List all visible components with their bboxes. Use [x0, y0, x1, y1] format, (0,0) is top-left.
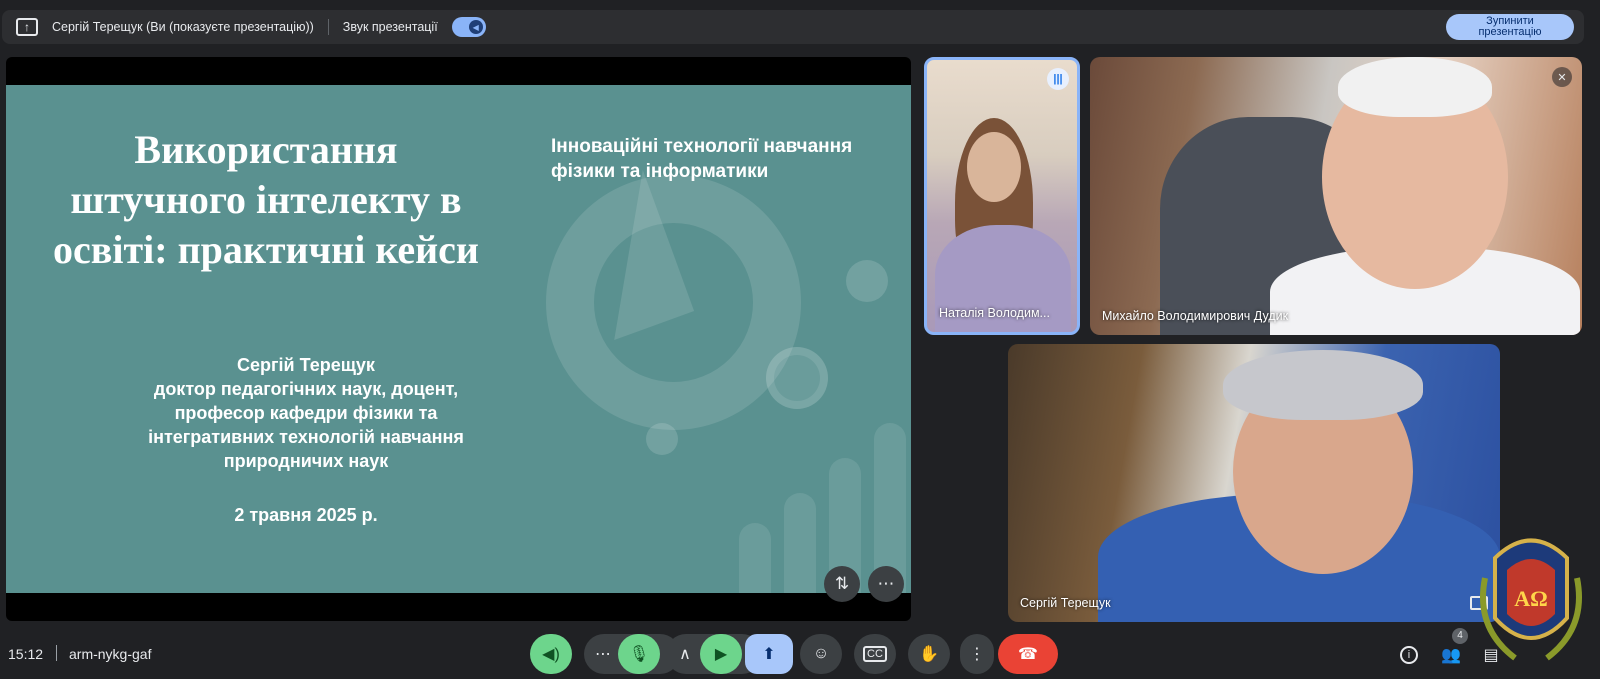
slide-title: Використання штучного інтелекту в освіті…	[53, 127, 479, 272]
share-button[interactable]: ⋯	[868, 566, 904, 602]
crest-letters: AΩ	[1514, 586, 1548, 611]
leave-call-button[interactable]: ☎	[998, 634, 1058, 674]
divider	[327, 19, 329, 35]
meet-window: ↑ Сергій Терещук (Ви (показуєте презента…	[0, 0, 1600, 679]
slide-decoration-bar	[784, 493, 816, 593]
presenting-bar: ↑ Сергій Терещук (Ви (показуєте презента…	[2, 10, 1584, 44]
stop-presenting-button[interactable]: Зупинити презентацію	[1446, 14, 1574, 40]
meeting-details-button[interactable]: i	[1394, 640, 1424, 670]
presentation-area: Використання штучного інтелекту в освіті…	[6, 57, 911, 621]
video-settings-button[interactable]: ∧	[670, 634, 700, 674]
participant-name: Михайло Володимирович Дудик	[1102, 309, 1289, 323]
presentation-audio-toggle[interactable]: ◀	[451, 17, 486, 37]
slide-author-line: доктор педагогічних наук, доцент,	[153, 379, 459, 399]
more-options-button[interactable]: ⋮	[960, 634, 994, 674]
slide-decoration-dot	[646, 423, 678, 455]
emoji-icon: ☺	[812, 645, 830, 662]
divider	[56, 645, 57, 661]
mic-off-icon: ✕	[1552, 67, 1572, 87]
present-screen-button[interactable]: ⬆	[745, 634, 793, 674]
slide-decoration-bar	[739, 523, 771, 593]
hand-icon: ✋	[919, 646, 939, 663]
slide-decoration-dot	[766, 347, 828, 409]
chat-button[interactable]: ▤	[1476, 640, 1506, 670]
slide-author-line: природничих наук	[223, 451, 389, 471]
meeting-code: arm-nykg-gaf	[69, 646, 152, 662]
video-hair	[1223, 350, 1423, 420]
chevron-up-icon: ∧	[679, 646, 691, 663]
slide-date: 2 травня 2025 р.	[234, 505, 378, 525]
present-screen-icon: ↑	[16, 18, 38, 36]
presentation-slide: Використання штучного інтелекту в освіті…	[6, 85, 911, 593]
people-button[interactable]: 👥	[1436, 640, 1466, 670]
participant-name: Наталія Володим...	[939, 306, 1050, 320]
end-call-icon: ☎	[1018, 646, 1038, 663]
slide-decoration-dot	[846, 260, 888, 302]
participant-count-badge: 4	[1452, 628, 1468, 644]
presenter-status: Сергій Терещук (Ви (показуєте презентаці…	[52, 20, 314, 34]
reactions-button[interactable]: ☺	[800, 634, 842, 674]
slide-author-block: Сергій Терещук доктор педагогічних наук,…	[86, 353, 526, 473]
volume-icon: ◀)	[542, 646, 560, 663]
slide-author-line: інтегративних технологій навчання	[148, 427, 464, 447]
presentation-audio-label: Звук презентації	[342, 20, 438, 34]
info-icon: i	[1400, 646, 1418, 664]
microphone-button[interactable]: 🎙	[618, 634, 660, 674]
captions-button[interactable]: CC	[854, 634, 896, 674]
audio-settings-button[interactable]: ⋯	[588, 634, 618, 674]
participant-tile[interactable]: ✕ Михайло Володимирович Дудик	[1090, 57, 1582, 335]
participant-name: Сергій Терещук	[1020, 596, 1111, 610]
more-dots-icon: ⋯	[595, 646, 611, 663]
participant-tile[interactable]: ||| Наталія Володим...	[924, 57, 1080, 335]
microphone-icon: 🎙	[628, 646, 650, 663]
self-view-tile[interactable]: Сергій Терещук	[1008, 344, 1500, 622]
video-hair	[1338, 57, 1492, 117]
speaker-output-button[interactable]: ◀)	[530, 634, 572, 674]
people-icon: 👥	[1441, 647, 1461, 664]
swap-layout-button[interactable]: ⇅	[824, 566, 860, 602]
slide-subtitle: Інноваційні технології навчання фізики т…	[551, 136, 853, 182]
camera-button[interactable]: ▶	[700, 634, 742, 674]
present-screen-icon: ⬆	[762, 646, 776, 663]
chat-icon: ▤	[1483, 647, 1499, 664]
speaking-indicator-icon: |||	[1047, 68, 1069, 90]
closed-captions-icon: CC	[863, 646, 887, 662]
video-camera-icon: ▶	[714, 646, 728, 663]
video-face	[967, 132, 1021, 202]
slide-author-name: Сергій Терещук	[237, 355, 375, 375]
slide-author-line: професор кафедри фізики та	[174, 403, 438, 423]
current-time: 15:12	[8, 646, 44, 662]
raise-hand-button[interactable]: ✋	[908, 634, 950, 674]
speaker-icon: ◀	[468, 20, 483, 34]
more-vert-icon: ⋮	[969, 646, 985, 663]
